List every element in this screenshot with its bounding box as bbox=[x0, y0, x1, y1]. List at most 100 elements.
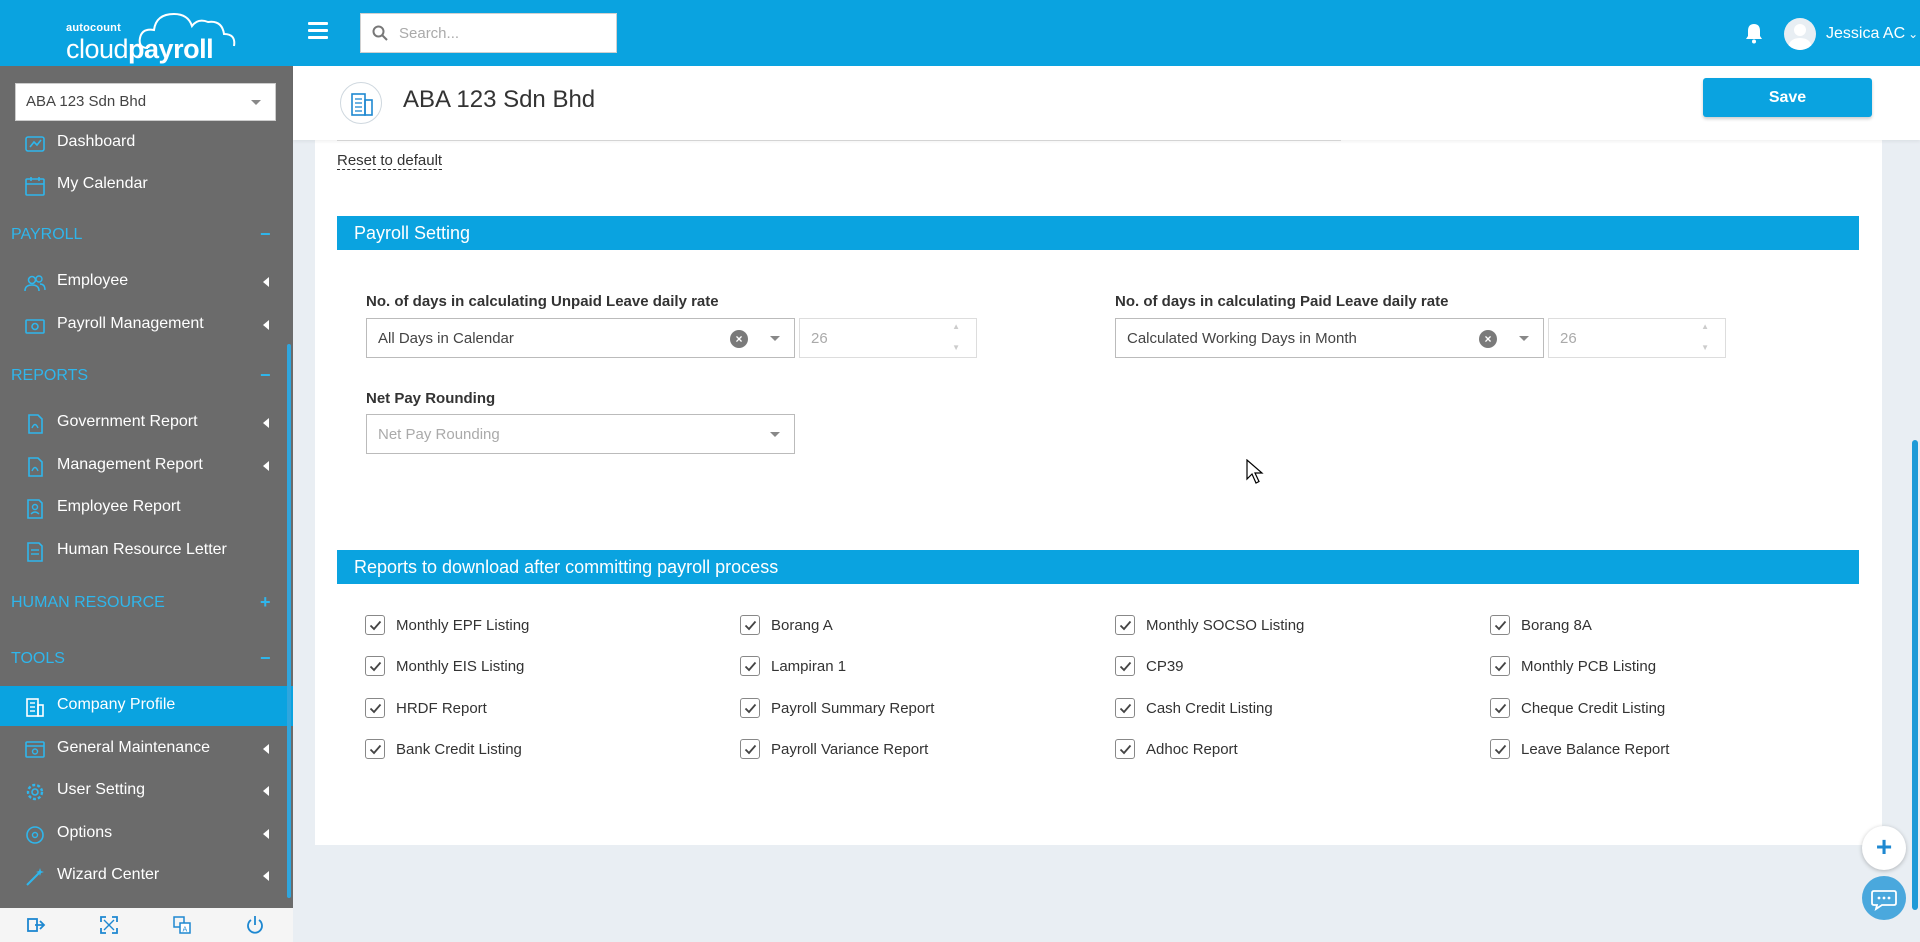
report-checkbox-item[interactable]: Adhoc Report bbox=[1115, 738, 1238, 760]
sidebar-item-payroll-management[interactable]: Payroll Management bbox=[0, 305, 293, 345]
checkbox[interactable] bbox=[1490, 698, 1510, 718]
clear-icon[interactable]: × bbox=[730, 330, 748, 348]
caret-down-icon bbox=[251, 100, 261, 105]
checkbox[interactable] bbox=[740, 615, 760, 635]
stepper-up-icon[interactable]: ▲ bbox=[1701, 322, 1709, 331]
paid-leave-label: No. of days in calculating Paid Leave da… bbox=[1115, 293, 1449, 310]
page-header: ABA 123 Sdn Bhd Save bbox=[293, 66, 1920, 140]
net-pay-rounding-select[interactable]: Net Pay Rounding bbox=[366, 414, 795, 454]
report-checkbox-item[interactable]: Borang 8A bbox=[1490, 614, 1592, 636]
report-checkbox-item[interactable]: Leave Balance Report bbox=[1490, 738, 1669, 760]
report-checkbox-item[interactable]: Monthly SOCSO Listing bbox=[1115, 614, 1304, 636]
checkbox[interactable] bbox=[365, 698, 385, 718]
sidebar-item-employee[interactable]: Employee bbox=[0, 262, 293, 302]
fullscreen-icon[interactable] bbox=[99, 915, 119, 935]
logout-icon[interactable] bbox=[26, 915, 46, 935]
stepper-down-icon[interactable]: ▼ bbox=[1701, 343, 1709, 352]
checkbox[interactable] bbox=[365, 656, 385, 676]
main-scrollbar[interactable] bbox=[1912, 440, 1918, 910]
paid-leave-select[interactable]: Calculated Working Days in Month × bbox=[1115, 318, 1544, 358]
report-checkbox-label: Payroll Summary Report bbox=[771, 699, 935, 717]
checkmark-icon bbox=[369, 620, 382, 631]
sidebar-scrollbar[interactable] bbox=[287, 344, 291, 898]
checkbox[interactable] bbox=[365, 739, 385, 759]
unpaid-leave-days-input[interactable]: 26 ▲ ▼ bbox=[799, 318, 977, 358]
app-logo[interactable]: autocount cloudpayroll bbox=[64, 8, 236, 64]
report-checkbox-item[interactable]: Cheque Credit Listing bbox=[1490, 697, 1665, 719]
sidebar-item-general-maintenance[interactable]: General Maintenance bbox=[0, 729, 293, 769]
language-icon[interactable]: A bbox=[172, 915, 192, 935]
bell-icon[interactable] bbox=[1744, 22, 1764, 44]
clear-icon[interactable]: × bbox=[1479, 330, 1497, 348]
sidebar-item-employee-report[interactable]: Employee Report bbox=[0, 488, 293, 528]
search-input[interactable] bbox=[399, 20, 609, 46]
chat-icon bbox=[1871, 890, 1897, 912]
power-icon[interactable] bbox=[245, 915, 265, 935]
checkbox[interactable] bbox=[1115, 739, 1135, 759]
user-menu[interactable]: Jessica AC ⌄ bbox=[1784, 17, 1918, 51]
search-box bbox=[360, 13, 617, 53]
sidebar-item-wizard-center[interactable]: Wizard Center bbox=[0, 856, 293, 896]
chevron-left-icon bbox=[263, 277, 269, 287]
gear-icon bbox=[26, 783, 44, 801]
user-avatar-icon bbox=[1788, 24, 1812, 50]
reset-to-default-link[interactable]: Reset to default bbox=[337, 152, 443, 170]
checkmark-icon bbox=[1494, 620, 1507, 631]
sidebar-section-tools[interactable]: TOOLS − bbox=[0, 639, 293, 679]
report-checkbox-item[interactable]: CP39 bbox=[1115, 655, 1184, 677]
chat-button[interactable] bbox=[1862, 876, 1906, 920]
add-button[interactable]: + bbox=[1862, 826, 1906, 870]
caret-down-icon bbox=[770, 432, 780, 437]
checkbox[interactable] bbox=[1490, 739, 1510, 759]
paid-leave-days-input[interactable]: 26 ▲ ▼ bbox=[1548, 318, 1726, 358]
sidebar-item-user-setting[interactable]: User Setting bbox=[0, 771, 293, 811]
menu-toggle-icon[interactable] bbox=[308, 22, 328, 42]
company-logo[interactable] bbox=[340, 82, 382, 124]
report-checkbox-item[interactable]: Lampiran 1 bbox=[740, 655, 846, 677]
sidebar-item-human-resource-letter[interactable]: Human Resource Letter bbox=[0, 531, 293, 571]
sidebar-section-reports[interactable]: REPORTS − bbox=[0, 356, 293, 396]
chevron-down-icon: ⌄ bbox=[1908, 27, 1919, 41]
checkbox[interactable] bbox=[1490, 656, 1510, 676]
checkmark-icon bbox=[369, 703, 382, 714]
checkbox[interactable] bbox=[1490, 615, 1510, 635]
report-checkbox-item[interactable]: Borang A bbox=[740, 614, 833, 636]
sidebar-section-payroll[interactable]: PAYROLL − bbox=[0, 215, 293, 255]
sidebar-item-management-report[interactable]: Management Report bbox=[0, 446, 293, 486]
checkbox[interactable] bbox=[1115, 615, 1135, 635]
sidebar-section-human-resource[interactable]: HUMAN RESOURCE + bbox=[0, 583, 293, 623]
checkbox[interactable] bbox=[740, 739, 760, 759]
report-checkbox-item[interactable]: HRDF Report bbox=[365, 697, 487, 719]
sidebar-item-dashboard[interactable]: Dashboard bbox=[0, 123, 293, 163]
stepper-down-icon[interactable]: ▼ bbox=[952, 343, 960, 352]
report-checkbox-item[interactable]: Payroll Variance Report bbox=[740, 738, 928, 760]
report-checkbox-label: Monthly SOCSO Listing bbox=[1146, 616, 1305, 634]
company-select[interactable]: ABA 123 Sdn Bhd bbox=[15, 83, 276, 121]
report-checkbox-label: Bank Credit Listing bbox=[396, 740, 522, 758]
brand-small: autocount bbox=[66, 22, 121, 34]
pdf-report-icon bbox=[28, 457, 43, 477]
report-checkbox-label: Borang 8A bbox=[1521, 616, 1592, 634]
report-checkbox-item[interactable]: Payroll Summary Report bbox=[740, 697, 934, 719]
checkbox[interactable] bbox=[1115, 656, 1135, 676]
sidebar-item-options[interactable]: Options bbox=[0, 814, 293, 854]
checkbox[interactable] bbox=[740, 656, 760, 676]
checkbox[interactable] bbox=[1115, 698, 1135, 718]
report-checkbox-label: Monthly PCB Listing bbox=[1521, 657, 1657, 675]
report-checkbox-item[interactable]: Monthly PCB Listing bbox=[1490, 655, 1656, 677]
checkbox[interactable] bbox=[740, 698, 760, 718]
building-icon bbox=[26, 698, 44, 717]
report-checkbox-item[interactable]: Monthly EIS Listing bbox=[365, 655, 524, 677]
sidebar-item-government-report[interactable]: Government Report bbox=[0, 403, 293, 443]
unpaid-leave-select[interactable]: All Days in Calendar × bbox=[366, 318, 795, 358]
sidebar-item-company-profile[interactable]: Company Profile bbox=[0, 686, 293, 726]
report-checkbox-item[interactable]: Monthly EPF Listing bbox=[365, 614, 529, 636]
employee-icon bbox=[24, 275, 46, 292]
report-checkbox-item[interactable]: Bank Credit Listing bbox=[365, 738, 522, 760]
save-button[interactable]: Save bbox=[1703, 78, 1872, 117]
checkbox[interactable] bbox=[365, 615, 385, 635]
paid-leave-days-value: 26 bbox=[1560, 330, 1577, 347]
sidebar-item-my-calendar[interactable]: My Calendar bbox=[0, 165, 293, 205]
report-checkbox-item[interactable]: Cash Credit Listing bbox=[1115, 697, 1273, 719]
stepper-up-icon[interactable]: ▲ bbox=[952, 322, 960, 331]
